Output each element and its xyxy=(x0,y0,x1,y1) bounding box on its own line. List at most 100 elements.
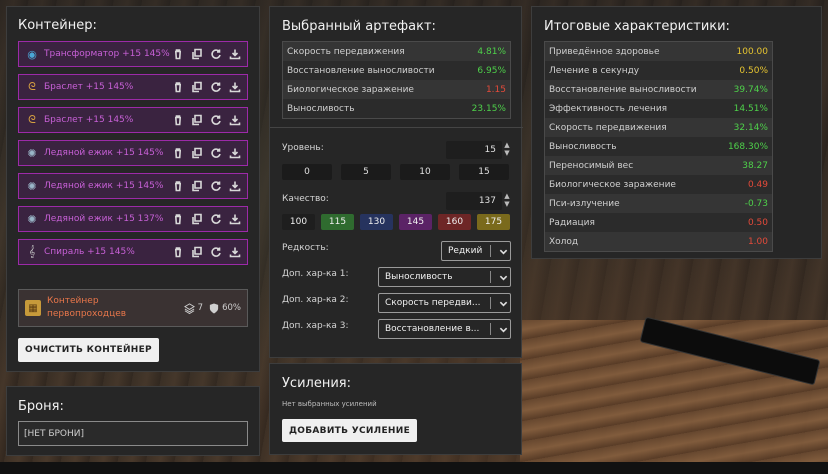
download-icon[interactable] xyxy=(228,213,241,226)
armor-title: Броня: xyxy=(18,399,64,414)
extra2-select[interactable]: Скорость передви... xyxy=(378,293,511,313)
trash-icon[interactable] xyxy=(171,180,184,193)
artifact-panel: Выбранный артефакт: Скорость передвижени… xyxy=(269,6,523,358)
download-icon[interactable] xyxy=(228,48,241,61)
level-spinner[interactable]: ▲ ▼ xyxy=(503,141,511,157)
copy-icon[interactable] xyxy=(190,114,203,127)
container-slot[interactable]: ✺ Ледяной ежик +15 145% xyxy=(18,140,248,166)
stat-row: Скорость передвижения 32.14% xyxy=(545,118,772,137)
container-title: Контейнер: xyxy=(18,18,97,33)
trash-icon[interactable] xyxy=(171,81,184,94)
stat-name: Скорость передвижения xyxy=(549,122,667,133)
refresh-icon[interactable] xyxy=(209,147,222,160)
bracelet-icon: ᘓ xyxy=(28,113,36,126)
container-name-line1: Контейнер xyxy=(47,296,99,306)
stat-row: Скорость передвижения 4.81% xyxy=(283,42,510,61)
stat-row: Восстановление выносливости 6.95% xyxy=(283,61,510,80)
layers-icon xyxy=(183,302,195,314)
transformer-icon: ◉ xyxy=(27,47,37,61)
boosts-empty-note: Нет выбранных усилений xyxy=(282,400,377,408)
trash-icon[interactable] xyxy=(171,147,184,160)
stat-row: Выносливость 168.30% xyxy=(545,137,772,156)
stat-value: 0.50 xyxy=(747,217,768,228)
level-preset-5[interactable]: 5 xyxy=(341,164,391,180)
trash-icon[interactable] xyxy=(171,213,184,226)
copy-icon[interactable] xyxy=(190,81,203,94)
quality-spinner[interactable]: ▲ ▼ xyxy=(503,192,511,208)
level-preset-10[interactable]: 10 xyxy=(400,164,450,180)
extra1-label: Доп. хар-ка 1: xyxy=(282,269,349,279)
slot-actions xyxy=(171,180,241,193)
container-slot[interactable]: ✺ Ледяной ежик +15 145% xyxy=(18,173,248,199)
copy-icon[interactable] xyxy=(190,48,203,61)
container-slot[interactable]: ᘓ Браслет +15 145% xyxy=(18,107,248,133)
level-preset-0[interactable]: 0 xyxy=(282,164,332,180)
quality-input[interactable]: 137 xyxy=(446,192,502,210)
container-slot[interactable]: ✺ Ледяной ежик +15 137% xyxy=(18,206,248,232)
copy-icon[interactable] xyxy=(190,213,203,226)
download-icon[interactable] xyxy=(228,81,241,94)
download-icon[interactable] xyxy=(228,180,241,193)
refresh-icon[interactable] xyxy=(209,48,222,61)
copy-icon[interactable] xyxy=(190,180,203,193)
trash-icon[interactable] xyxy=(171,246,184,259)
stat-name: Восстановление выносливости xyxy=(287,65,435,76)
stat-value: 0.49 xyxy=(747,179,768,190)
stat-value: -0.73 xyxy=(744,198,768,209)
level-label: Уровень: xyxy=(282,143,324,153)
totals-title: Итоговые характеристики: xyxy=(544,19,730,34)
container-slot[interactable]: ◉ Трансформатор +15 145% xyxy=(18,41,248,67)
download-icon[interactable] xyxy=(228,147,241,160)
clear-container-button[interactable]: ОЧИСТИТЬ КОНТЕЙНЕР xyxy=(18,338,159,362)
container-capacity: 7 xyxy=(183,302,203,314)
refresh-icon[interactable] xyxy=(209,180,222,193)
container-card[interactable]: ▦ Контейнер первопроходцев 7 60% xyxy=(18,289,248,327)
refresh-icon[interactable] xyxy=(209,114,222,127)
refresh-icon[interactable] xyxy=(209,81,222,94)
quality-preset-100[interactable]: 100 xyxy=(282,214,315,230)
boosts-panel: Усиления: Нет выбранных усилений ДОБАВИТ… xyxy=(269,363,522,455)
quality-preset-175[interactable]: 175 xyxy=(477,214,510,230)
container-slot[interactable]: 𝄞 Спираль +15 145% xyxy=(18,239,248,265)
container-panel: Контейнер: ◉ Трансформатор +15 145% ᘓ Брасл… xyxy=(6,6,260,372)
stat-row: Приведённое здоровье 100.00 xyxy=(545,42,772,61)
container-slot-label: Браслет +15 145% xyxy=(44,115,134,125)
copy-icon[interactable] xyxy=(190,147,203,160)
stat-value: 6.95% xyxy=(477,65,506,76)
armor-select-field[interactable]: [НЕТ БРОНИ] xyxy=(18,421,248,446)
stat-name: Приведённое здоровье xyxy=(549,46,660,57)
stat-name: Переносимый вес xyxy=(549,160,634,171)
level-preset-15[interactable]: 15 xyxy=(459,164,509,180)
extra1-select[interactable]: Выносливость xyxy=(378,267,511,287)
download-icon[interactable] xyxy=(228,114,241,127)
refresh-icon[interactable] xyxy=(209,246,222,259)
quality-preset-145[interactable]: 145 xyxy=(399,214,432,230)
extra2-select-value: Скорость передви... xyxy=(385,298,481,308)
rarity-select[interactable]: Редкий xyxy=(441,241,511,261)
copy-icon[interactable] xyxy=(190,246,203,259)
extra3-label: Доп. хар-ка 3: xyxy=(282,321,349,331)
refresh-icon[interactable] xyxy=(209,213,222,226)
ice-hedgehog-icon: ✺ xyxy=(27,179,37,193)
container-slot[interactable]: ᘓ Браслет +15 145% xyxy=(18,74,248,100)
level-input[interactable]: 15 xyxy=(446,141,502,159)
trash-icon[interactable] xyxy=(171,114,184,127)
extra3-select-value: Восстановление в... xyxy=(385,324,480,334)
add-boost-button[interactable]: ДОБАВИТЬ УСИЛЕНИЕ xyxy=(282,419,417,442)
select-divider xyxy=(490,245,491,257)
quality-preset-115[interactable]: 115 xyxy=(321,214,354,230)
quality-preset-130[interactable]: 130 xyxy=(360,214,393,230)
quality-preset-160[interactable]: 160 xyxy=(438,214,471,230)
stat-row: Радиация 0.50 xyxy=(545,213,772,232)
download-icon[interactable] xyxy=(228,246,241,259)
select-divider xyxy=(490,271,491,283)
container-slot-label: Ледяной ежик +15 145% xyxy=(44,181,164,191)
stat-value: 1.00 xyxy=(747,236,768,247)
container-protection: 60% xyxy=(209,302,241,314)
extra3-select[interactable]: Восстановление в... xyxy=(378,319,511,339)
stat-value: 38.27 xyxy=(742,160,768,171)
container-slot-label: Ледяной ежик +15 137% xyxy=(44,214,164,224)
trash-icon[interactable] xyxy=(171,48,184,61)
slot-actions xyxy=(171,81,241,94)
totals-panel: Итоговые характеристики: Приведённое здо… xyxy=(531,6,822,259)
